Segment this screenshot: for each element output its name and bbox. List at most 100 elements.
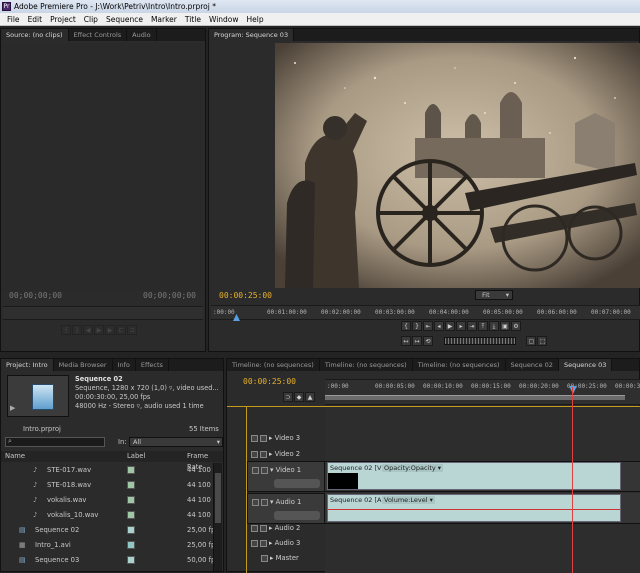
- scrollbar-thumb[interactable]: [215, 473, 221, 523]
- step-forward-icon[interactable]: ▸: [456, 321, 466, 331]
- audio-keyframe-controls[interactable]: [274, 511, 320, 520]
- lock-icon[interactable]: [260, 524, 267, 532]
- trim-icon[interactable]: ⚙: [511, 321, 521, 331]
- program-timeline-ruler[interactable]: :00:00 00:01:00:00 00:02:00:00 00:03:00:00 0…: [211, 305, 640, 321]
- tab-timeline-2[interactable]: Timeline: (no sequences): [320, 359, 413, 371]
- tab-effects[interactable]: Effects: [136, 359, 169, 371]
- speaker-icon[interactable]: [251, 524, 258, 532]
- track-video-3[interactable]: ▸ Video 3: [251, 431, 331, 445]
- list-item[interactable]: ▦ Intro_1.avi 25,00 fp: [1, 538, 215, 553]
- program-zoom-select[interactable]: Fit ▾: [475, 290, 513, 300]
- list-item[interactable]: ▤ Sequence 03 50,00 fp: [1, 553, 215, 568]
- timeline-playhead-line[interactable]: [572, 387, 573, 573]
- tab-project[interactable]: Project: Intro: [1, 359, 54, 371]
- source-timeline-ruler[interactable]: [3, 306, 203, 320]
- video-clip-effect-menu[interactable]: Opacity:Opacity ▾: [382, 464, 444, 472]
- list-item[interactable]: ▤ Sequence 02 25,00 fp: [1, 523, 215, 538]
- list-item[interactable]: ♪ STE-017.wav 44 100 H: [1, 463, 218, 478]
- tab-effect-controls[interactable]: Effect Controls: [69, 29, 128, 41]
- step-forward-icon[interactable]: ▶: [105, 325, 115, 335]
- tab-sequence-03[interactable]: Sequence 03: [558, 359, 613, 371]
- go-to-prev-edit-icon[interactable]: ↤: [401, 336, 411, 346]
- video-keyframe-controls[interactable]: [274, 479, 320, 488]
- safe-margins-icon[interactable]: ▢: [526, 336, 537, 346]
- lock-icon[interactable]: [260, 434, 267, 442]
- play-icon[interactable]: ▶: [94, 325, 104, 335]
- menu-marker[interactable]: Marker: [147, 13, 181, 25]
- mark-out-icon[interactable]: }: [412, 321, 422, 331]
- track-audio-2[interactable]: ▸ Audio 2: [251, 521, 331, 535]
- lift-icon[interactable]: ⤒: [478, 321, 488, 331]
- tab-audio-mixer[interactable]: Audio: [127, 29, 157, 41]
- lock-icon[interactable]: [260, 450, 267, 458]
- tab-info[interactable]: Info: [113, 359, 136, 371]
- mark-out-icon[interactable]: }: [72, 325, 82, 335]
- lock-icon[interactable]: [261, 554, 268, 562]
- source-in-timecode[interactable]: 00;00;00;00: [9, 291, 62, 300]
- tab-sequence-02[interactable]: Sequence 02: [506, 359, 559, 371]
- source-out-timecode[interactable]: 00;00;00;00: [143, 291, 196, 300]
- track-master[interactable]: ▸ Master: [251, 551, 331, 565]
- search-input[interactable]: ⌕: [5, 437, 105, 447]
- menu-sequence[interactable]: Sequence: [102, 13, 147, 25]
- eye-icon[interactable]: [252, 466, 259, 474]
- menu-edit[interactable]: Edit: [24, 13, 47, 25]
- column-name[interactable]: Name: [5, 451, 25, 462]
- step-back-icon[interactable]: ◂: [434, 321, 444, 331]
- track-video-2[interactable]: ▸ Video 2: [251, 447, 331, 461]
- go-to-in-icon[interactable]: ⇤: [423, 321, 433, 331]
- list-item[interactable]: ♪ vokalis.wav 44 100 H: [1, 493, 218, 508]
- insert-icon[interactable]: ⊏: [116, 325, 126, 335]
- tab-timeline-1[interactable]: Timeline: (no sequences): [227, 359, 320, 371]
- work-area-bar[interactable]: [325, 395, 625, 400]
- audio-clip[interactable]: Sequence 02 [A] Volume:Level ▾: [327, 494, 621, 522]
- lock-icon[interactable]: [261, 466, 268, 474]
- menu-file[interactable]: File: [3, 13, 24, 25]
- tab-source[interactable]: Source: (no clips): [1, 29, 69, 41]
- menu-window[interactable]: Window: [205, 13, 243, 25]
- marker-icon[interactable]: ◆: [294, 392, 304, 402]
- track-audio-3[interactable]: ▸ Audio 3: [251, 536, 331, 550]
- project-scrollbar[interactable]: [213, 463, 222, 571]
- go-to-out-icon[interactable]: ⇥: [467, 321, 477, 331]
- menu-clip[interactable]: Clip: [80, 13, 102, 25]
- eye-icon[interactable]: [251, 434, 258, 442]
- extract-icon[interactable]: ⤓: [489, 321, 499, 331]
- overwrite-icon[interactable]: ⊐: [127, 325, 137, 335]
- tab-timeline-3[interactable]: Timeline: (no sequences): [413, 359, 506, 371]
- menu-title[interactable]: Title: [181, 13, 205, 25]
- step-back-icon[interactable]: ◀: [83, 325, 93, 335]
- menu-project[interactable]: Project: [46, 13, 80, 25]
- timeline-timecode[interactable]: 00:00:25:00: [243, 377, 296, 386]
- lock-icon[interactable]: [261, 498, 268, 506]
- timeline-ruler[interactable]: :00:00 00:00:05:00 00:00:10:00 00:00:15:00 0…: [325, 379, 640, 405]
- program-timecode[interactable]: 00:00:25:00: [219, 291, 272, 300]
- go-to-next-edit-icon[interactable]: ↦: [412, 336, 422, 346]
- export-frame-icon[interactable]: ▣: [500, 321, 510, 331]
- menu-help[interactable]: Help: [243, 13, 268, 25]
- eye-icon[interactable]: [251, 450, 258, 458]
- in-filter-select[interactable]: All ▾: [129, 437, 223, 447]
- track-video-1-header[interactable]: ▾ Video 1: [247, 461, 325, 492]
- column-label[interactable]: Label: [127, 451, 145, 462]
- list-item[interactable]: ♪ STE-018.wav 44 100 H: [1, 478, 218, 493]
- speaker-icon[interactable]: [251, 539, 258, 547]
- timeline-playhead-marker[interactable]: [569, 386, 577, 394]
- snap-icon[interactable]: ⊃: [283, 392, 293, 402]
- jog-shuttle-slider[interactable]: [444, 337, 517, 345]
- output-icon[interactable]: ⬚: [537, 336, 548, 346]
- tab-program[interactable]: Program: Sequence 03: [209, 29, 295, 41]
- speaker-icon[interactable]: [252, 498, 259, 506]
- list-item[interactable]: ♪ vokalis_10.wav 44 100 H: [1, 508, 218, 523]
- tab-media-browser[interactable]: Media Browser: [54, 359, 113, 371]
- video-clip[interactable]: Sequence 02 [V] Opacity:Opacity ▾: [327, 462, 621, 490]
- mark-in-icon[interactable]: {: [401, 321, 411, 331]
- play-icon[interactable]: ▶: [445, 321, 455, 331]
- mark-in-icon[interactable]: {: [61, 325, 71, 335]
- track-audio-1-header[interactable]: ▾ Audio 1: [247, 493, 325, 524]
- keyframe-icon[interactable]: ▲: [305, 392, 315, 402]
- loop-icon[interactable]: ⟲: [423, 336, 433, 346]
- lock-icon[interactable]: [260, 539, 267, 547]
- audio-clip-effect-menu[interactable]: Volume:Level ▾: [382, 496, 435, 504]
- play-preview-icon[interactable]: ▶: [10, 404, 15, 412]
